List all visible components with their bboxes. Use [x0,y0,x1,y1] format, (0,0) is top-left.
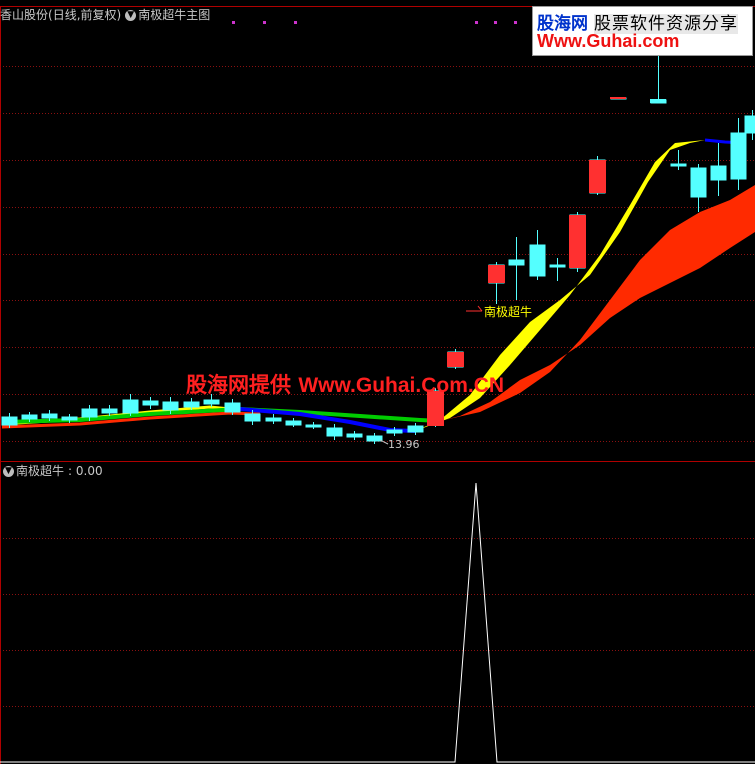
signal-dot [294,21,297,24]
logo-url: Www.Guhai.com [537,31,680,51]
candle [529,230,546,280]
candle-body [61,416,78,421]
signal-label: 南极超牛 [484,304,532,319]
candle [142,397,159,409]
candle-body [244,413,261,422]
candle [366,433,383,444]
stock-name: 香山股份 [0,8,49,22]
candle [265,414,282,424]
candle-body [1,416,18,426]
candle-body [710,165,727,181]
candle [670,150,687,170]
candle-body [305,424,322,428]
candle [690,164,707,212]
candle-body-strong [589,160,606,193]
candle-body [203,399,220,405]
candle-body [162,401,179,411]
candle-body [101,408,118,414]
candle-body [346,433,363,438]
candle [508,237,525,300]
chart-window[interactable]: 13.96 南极超牛 香山股份(日线,前复权) ▼ 南极超牛主图 ▼ 南极超牛: 0.… [0,0,755,764]
candle [305,422,322,429]
candle-body [407,425,424,433]
low-price-label: 13.96 [388,438,420,451]
candle-doji [650,99,666,103]
period-label: (日线,前复权) [48,8,122,22]
candle-body-strong [569,215,586,268]
sub-indicator-title[interactable]: 南极超牛 [16,464,64,478]
candle [710,143,727,196]
candle-body [529,244,546,277]
signal-dot [494,21,497,24]
candle-body [690,167,707,198]
candle-body [730,132,747,180]
candle-body [386,429,403,434]
chevron-down-icon[interactable]: ▼ [3,466,14,477]
signal-dot [514,21,517,24]
candle [730,118,747,190]
candle [326,424,343,440]
candle-body [549,264,566,268]
candle-body [41,413,58,419]
signal-dot [475,21,478,24]
candle-doji [610,97,626,99]
center-watermark: 股海网提供 Www.Guhai.Com.CN [186,369,504,399]
candle-body-strong [488,265,505,283]
guhai-logo-watermark: 股海网 股票软件资源分享 Www.Guhai.com [532,6,753,56]
candle [407,423,424,435]
candle-body [366,435,383,442]
candle-body-strong [447,352,464,367]
indicator-name[interactable]: 南极超牛主图 [138,8,210,22]
sub-grid [0,538,755,707]
center-watermark-text: 股海网提供 [186,373,291,397]
candle [285,418,302,427]
candle [346,431,363,440]
candle-body [81,408,98,418]
candle-body [744,115,755,134]
sub-panel-header: ▼ 南极超牛 : 0.00 [0,463,103,479]
candle-body [265,417,282,422]
sub-indicator-value: : 0.00 [68,464,103,478]
center-watermark-url: Www.Guhai.Com.CN [298,374,505,397]
signal-pointer-tick [477,305,483,312]
candle-body [142,400,159,406]
candle-body [285,420,302,426]
signal-dot [263,21,266,24]
signal-dots [232,21,517,24]
indicator-spike [0,482,755,763]
candle-body [670,163,687,167]
main-panel-header: 香山股份(日线,前复权) ▼ 南极超牛主图 [0,7,210,23]
candle-body [326,427,343,437]
candle-body [21,414,38,420]
candle [122,394,139,416]
candle-body [122,399,139,414]
signal-dot [232,21,235,24]
candle-body [183,401,200,408]
chevron-down-icon[interactable]: ▼ [125,10,137,21]
candle-body [508,259,525,266]
candle [549,258,566,281]
candle-body [224,402,241,413]
